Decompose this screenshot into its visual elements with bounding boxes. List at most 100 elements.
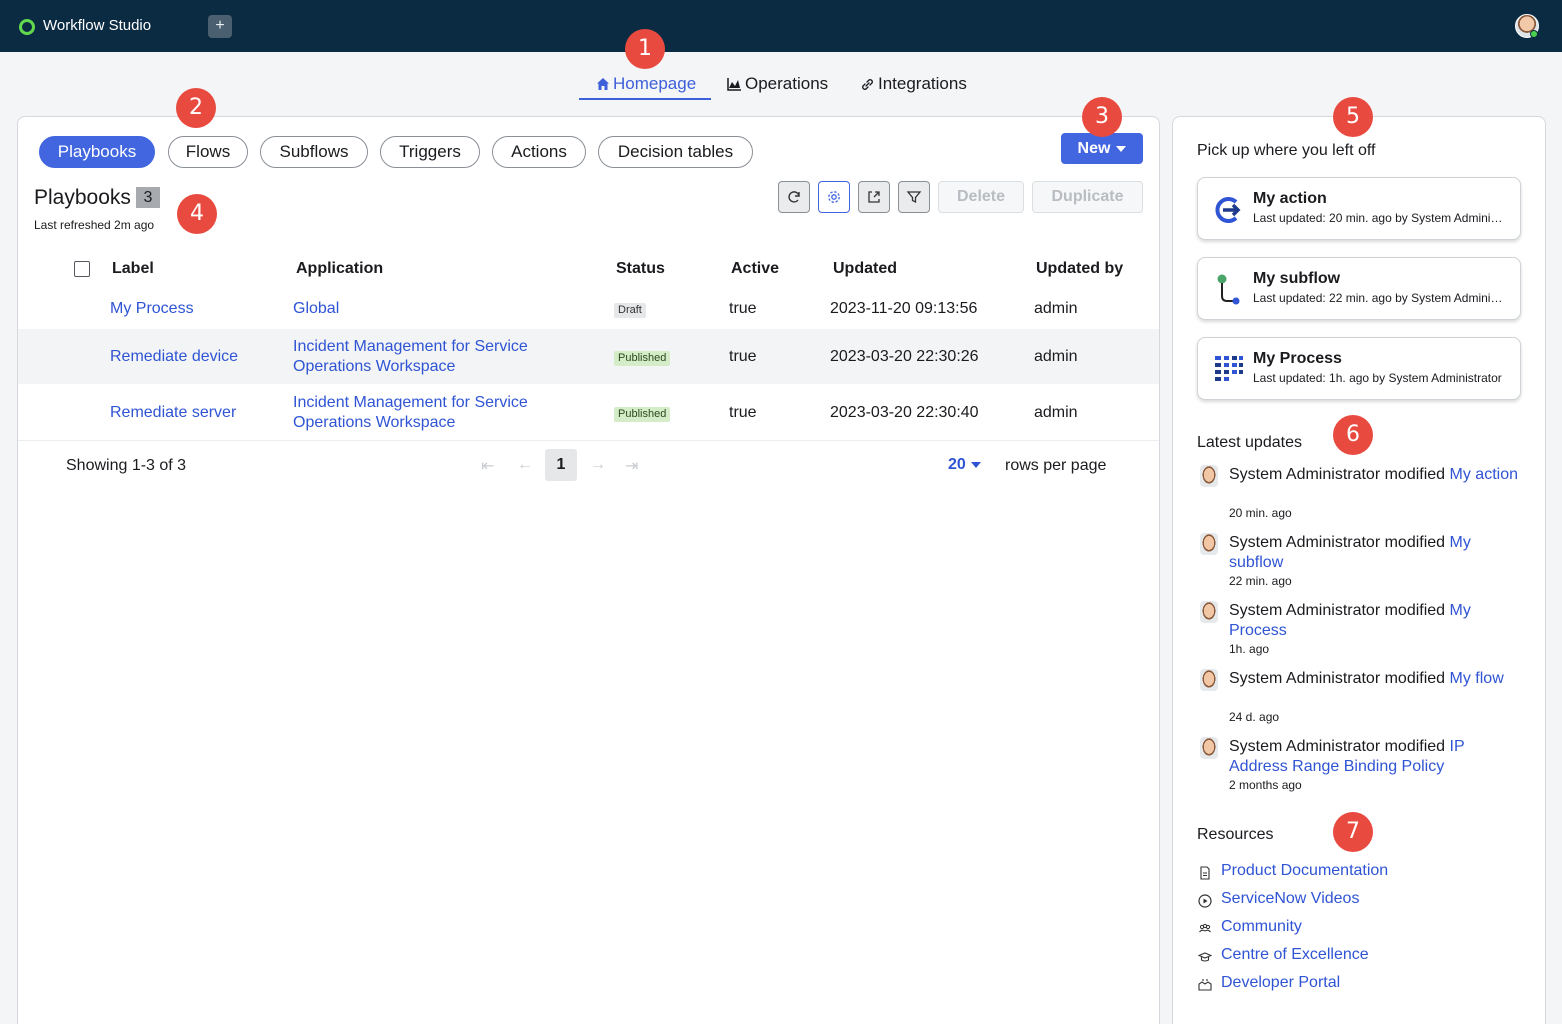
resource-link-developer[interactable]: Developer Portal	[1221, 974, 1340, 992]
recent-item-subtitle: Last updated: 22 min. ago by System Admi…	[1253, 291, 1503, 305]
update-time: 1h. ago	[1229, 642, 1270, 656]
nav-operations[interactable]: Operations	[727, 73, 828, 95]
column-header-updated[interactable]: Updated	[833, 260, 897, 278]
tab-actions[interactable]: Actions	[492, 136, 586, 168]
delete-button[interactable]: Delete	[938, 181, 1024, 213]
tab-decision-tables[interactable]: Decision tables	[598, 136, 753, 168]
last-refreshed: Last refreshed 2m ago	[34, 218, 155, 232]
recent-item-card[interactable]: My action Last updated: 20 min. ago by S…	[1197, 177, 1521, 240]
row-updated-by: admin	[1034, 404, 1078, 421]
recent-item-title: My action	[1253, 190, 1327, 207]
tab-triggers[interactable]: Triggers	[380, 136, 480, 168]
callout-marker: 1	[625, 29, 665, 69]
previous-page-icon[interactable]: ←	[517, 456, 533, 474]
nav-integrations[interactable]: Integrations	[860, 73, 967, 95]
export-button[interactable]	[858, 181, 890, 213]
resource-link-videos[interactable]: ServiceNow Videos	[1221, 890, 1359, 908]
row-application-link[interactable]: Incident Management for Service Operatio…	[293, 393, 563, 433]
callout-marker: 5	[1333, 97, 1373, 137]
action-icon	[1215, 197, 1241, 223]
duplicate-button[interactable]: Duplicate	[1032, 181, 1143, 213]
filter-icon	[906, 191, 922, 204]
avatar	[1200, 465, 1218, 487]
home-icon	[597, 78, 609, 90]
refresh-button[interactable]	[778, 181, 810, 213]
document-icon	[1200, 866, 1210, 880]
recent-item-title: My Process	[1253, 350, 1342, 367]
nav-active-indicator	[579, 98, 711, 100]
row-application-link[interactable]: Incident Management for Service Operatio…	[293, 337, 563, 377]
new-button-label: New	[1077, 139, 1111, 157]
row-label-link[interactable]: My Process	[110, 299, 194, 319]
app-title: Workflow Studio	[43, 17, 152, 34]
first-page-icon[interactable]: ⇤	[481, 456, 494, 476]
update-item: System Administrator modified My subflow	[1229, 533, 1519, 573]
column-header-label[interactable]: Label	[112, 260, 154, 278]
status-badge: Published	[614, 351, 671, 366]
update-target-link[interactable]: My flow	[1450, 670, 1504, 687]
update-target-link[interactable]: My action	[1450, 466, 1518, 483]
new-button[interactable]: New	[1061, 133, 1143, 164]
developer-icon	[1198, 979, 1212, 991]
gear-icon	[828, 191, 840, 203]
update-actor: System Administrator modified	[1229, 466, 1446, 483]
tab-flows[interactable]: Flows	[168, 136, 248, 168]
play-icon	[1198, 894, 1212, 908]
resource-link-documentation[interactable]: Product Documentation	[1221, 862, 1388, 880]
column-header-application[interactable]: Application	[296, 260, 383, 278]
update-actor: System Administrator modified	[1229, 670, 1446, 687]
recent-item-title: My subflow	[1253, 270, 1341, 287]
add-tab-button[interactable]: +	[208, 15, 232, 38]
update-item: System Administrator modified IP Address…	[1229, 737, 1519, 777]
column-header-status[interactable]: Status	[616, 260, 665, 278]
last-page-icon[interactable]: ⇥	[625, 456, 638, 476]
list-title: Playbooks	[34, 186, 131, 209]
settings-button[interactable]	[818, 181, 850, 213]
select-all-checkbox[interactable]	[74, 261, 90, 277]
callout-marker: 4	[177, 194, 217, 234]
row-active: true	[729, 404, 757, 421]
callout-marker: 2	[176, 88, 216, 128]
resource-link-excellence[interactable]: Centre of Excellence	[1221, 946, 1369, 964]
refresh-icon	[788, 191, 800, 203]
link-icon	[862, 78, 873, 90]
updates-heading: Latest updates	[1197, 434, 1302, 451]
row-active: true	[729, 300, 757, 317]
next-page-icon[interactable]: →	[590, 456, 606, 474]
nav-homepage[interactable]: Homepage	[596, 73, 696, 95]
row-updated-by: admin	[1034, 348, 1078, 365]
row-application-link[interactable]: Global	[293, 299, 339, 319]
recent-item-subtitle: Last updated: 1h. ago by System Administ…	[1253, 371, 1502, 385]
avatar	[1200, 601, 1218, 623]
row-label-link[interactable]: Remediate device	[110, 347, 238, 367]
rows-per-page-select[interactable]: 20	[948, 456, 981, 474]
resources-heading: Resources	[1197, 826, 1274, 843]
row-updated: 2023-11-20 09:13:56	[830, 300, 978, 317]
filter-button[interactable]	[898, 181, 930, 213]
current-page[interactable]: 1	[545, 449, 577, 481]
callout-marker: 6	[1333, 415, 1373, 455]
update-item: System Administrator modified My Process	[1229, 601, 1519, 641]
tab-subflows[interactable]: Subflows	[260, 136, 368, 168]
rows-per-page-value: 20	[948, 456, 966, 473]
subflow-icon	[1217, 274, 1240, 305]
tab-playbooks[interactable]: Playbooks	[39, 136, 155, 168]
row-label-link[interactable]: Remediate server	[110, 403, 236, 423]
chevron-down-icon	[970, 462, 981, 468]
nav-homepage-label: Homepage	[613, 74, 697, 93]
row-updated: 2023-03-20 22:30:40	[830, 404, 979, 421]
nav-operations-label: Operations	[745, 74, 829, 93]
column-header-updated-by[interactable]: Updated by	[1036, 260, 1123, 278]
recent-item-card[interactable]: My subflow Last updated: 22 min. ago by …	[1197, 257, 1521, 320]
callout-marker: 7	[1333, 812, 1373, 852]
chart-icon	[727, 78, 741, 91]
update-actor: System Administrator modified	[1229, 602, 1446, 619]
column-header-active[interactable]: Active	[731, 260, 779, 278]
recent-item-card[interactable]: My Process Last updated: 1h. ago by Syst…	[1197, 337, 1521, 400]
app-logo-icon	[19, 19, 35, 35]
update-item: System Administrator modified My flow	[1229, 669, 1519, 689]
count-badge: 3	[136, 187, 160, 208]
top-bar	[0, 0, 1562, 52]
row-active: true	[729, 348, 757, 365]
resource-link-community[interactable]: Community	[1221, 918, 1302, 936]
